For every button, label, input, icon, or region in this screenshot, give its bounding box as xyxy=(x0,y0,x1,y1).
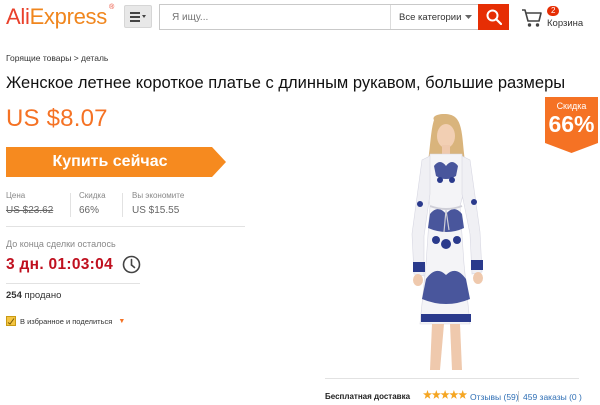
discount-value: 66% xyxy=(79,205,100,216)
hamburger-icon xyxy=(130,11,146,22)
divider xyxy=(70,193,71,217)
savings-label: Вы экономите xyxy=(132,191,185,200)
discount-badge: Скидка 66% xyxy=(545,97,598,153)
product-title: Женское летнее короткое платье с длинным… xyxy=(6,74,566,92)
menu-button[interactable] xyxy=(124,5,152,28)
buy-now-button[interactable]: Купить сейчас xyxy=(6,147,226,177)
search-bar: Все категории xyxy=(159,4,509,30)
divider xyxy=(325,378,579,379)
free-shipping-label: Бесплатная доставка xyxy=(325,392,411,401)
buy-now-label: Купить сейчас xyxy=(52,153,168,170)
deal-countdown: 3 дн. 01:03:04 xyxy=(6,256,113,273)
bookmark-icon xyxy=(6,316,16,326)
savings-block: Вы экономите US $15.55 xyxy=(132,191,184,219)
discount-badge-label: Скидка xyxy=(556,101,587,111)
sold-number: 254 xyxy=(6,290,22,301)
discount-badge-value: 66% xyxy=(548,111,595,137)
search-button[interactable] xyxy=(478,4,509,30)
original-price-label: Цена xyxy=(6,191,26,200)
product-image[interactable] xyxy=(400,114,492,370)
star-icon xyxy=(449,390,459,399)
cart-icon xyxy=(522,9,542,27)
wishlist-share-label: В избранное и поделиться xyxy=(20,316,113,326)
logo-text-express: Express xyxy=(29,4,108,29)
orders-link[interactable]: 459 заказы (0 ) xyxy=(523,392,582,402)
product-price: US $8.07 xyxy=(6,105,108,132)
cart-button[interactable]: 2 Корзина xyxy=(520,5,595,31)
sold-label: продано xyxy=(24,290,62,301)
star-icon xyxy=(431,390,441,399)
divider xyxy=(122,193,123,217)
dropdown-arrow-icon: ▼ xyxy=(118,317,126,325)
original-price-block: Цена US $23.62 xyxy=(6,191,53,219)
registered-mark: ® xyxy=(109,4,114,11)
category-select-label: Все категории xyxy=(399,11,462,23)
price-info-row: Цена US $23.62 Скидка 66% Вы экономите U… xyxy=(6,191,245,227)
rating-stars xyxy=(423,390,467,399)
logo-text-ali: Ali xyxy=(6,4,30,29)
discount-block: Скидка 66% xyxy=(79,191,106,219)
clock-icon xyxy=(122,255,141,274)
star-icon xyxy=(423,390,432,399)
breadcrumb[interactable]: Горящие товары > деталь xyxy=(6,53,108,63)
divider xyxy=(518,391,519,402)
cart-count-badge: 2 xyxy=(547,6,560,16)
discount-label: Скидка xyxy=(79,191,106,200)
divider xyxy=(6,283,140,284)
wishlist-share-button[interactable]: В избранное и поделиться ▼ xyxy=(6,316,125,326)
search-input[interactable] xyxy=(160,5,390,29)
star-icon xyxy=(458,390,467,399)
star-icon xyxy=(440,390,450,399)
original-price: US $23.62 xyxy=(6,205,54,216)
aliexpress-logo[interactable]: AliExpress ® xyxy=(6,4,114,30)
chevron-down-icon xyxy=(465,14,473,19)
category-select[interactable]: Все категории xyxy=(390,5,478,29)
reviews-link[interactable]: Отзывы (59) xyxy=(470,392,519,402)
savings-value: US $15.55 xyxy=(132,205,180,216)
sold-count: 254 продано xyxy=(6,290,61,301)
search-icon xyxy=(486,9,502,25)
deal-ends-label: До конца сделки осталось xyxy=(6,239,116,249)
cart-label: Корзина xyxy=(547,18,584,29)
